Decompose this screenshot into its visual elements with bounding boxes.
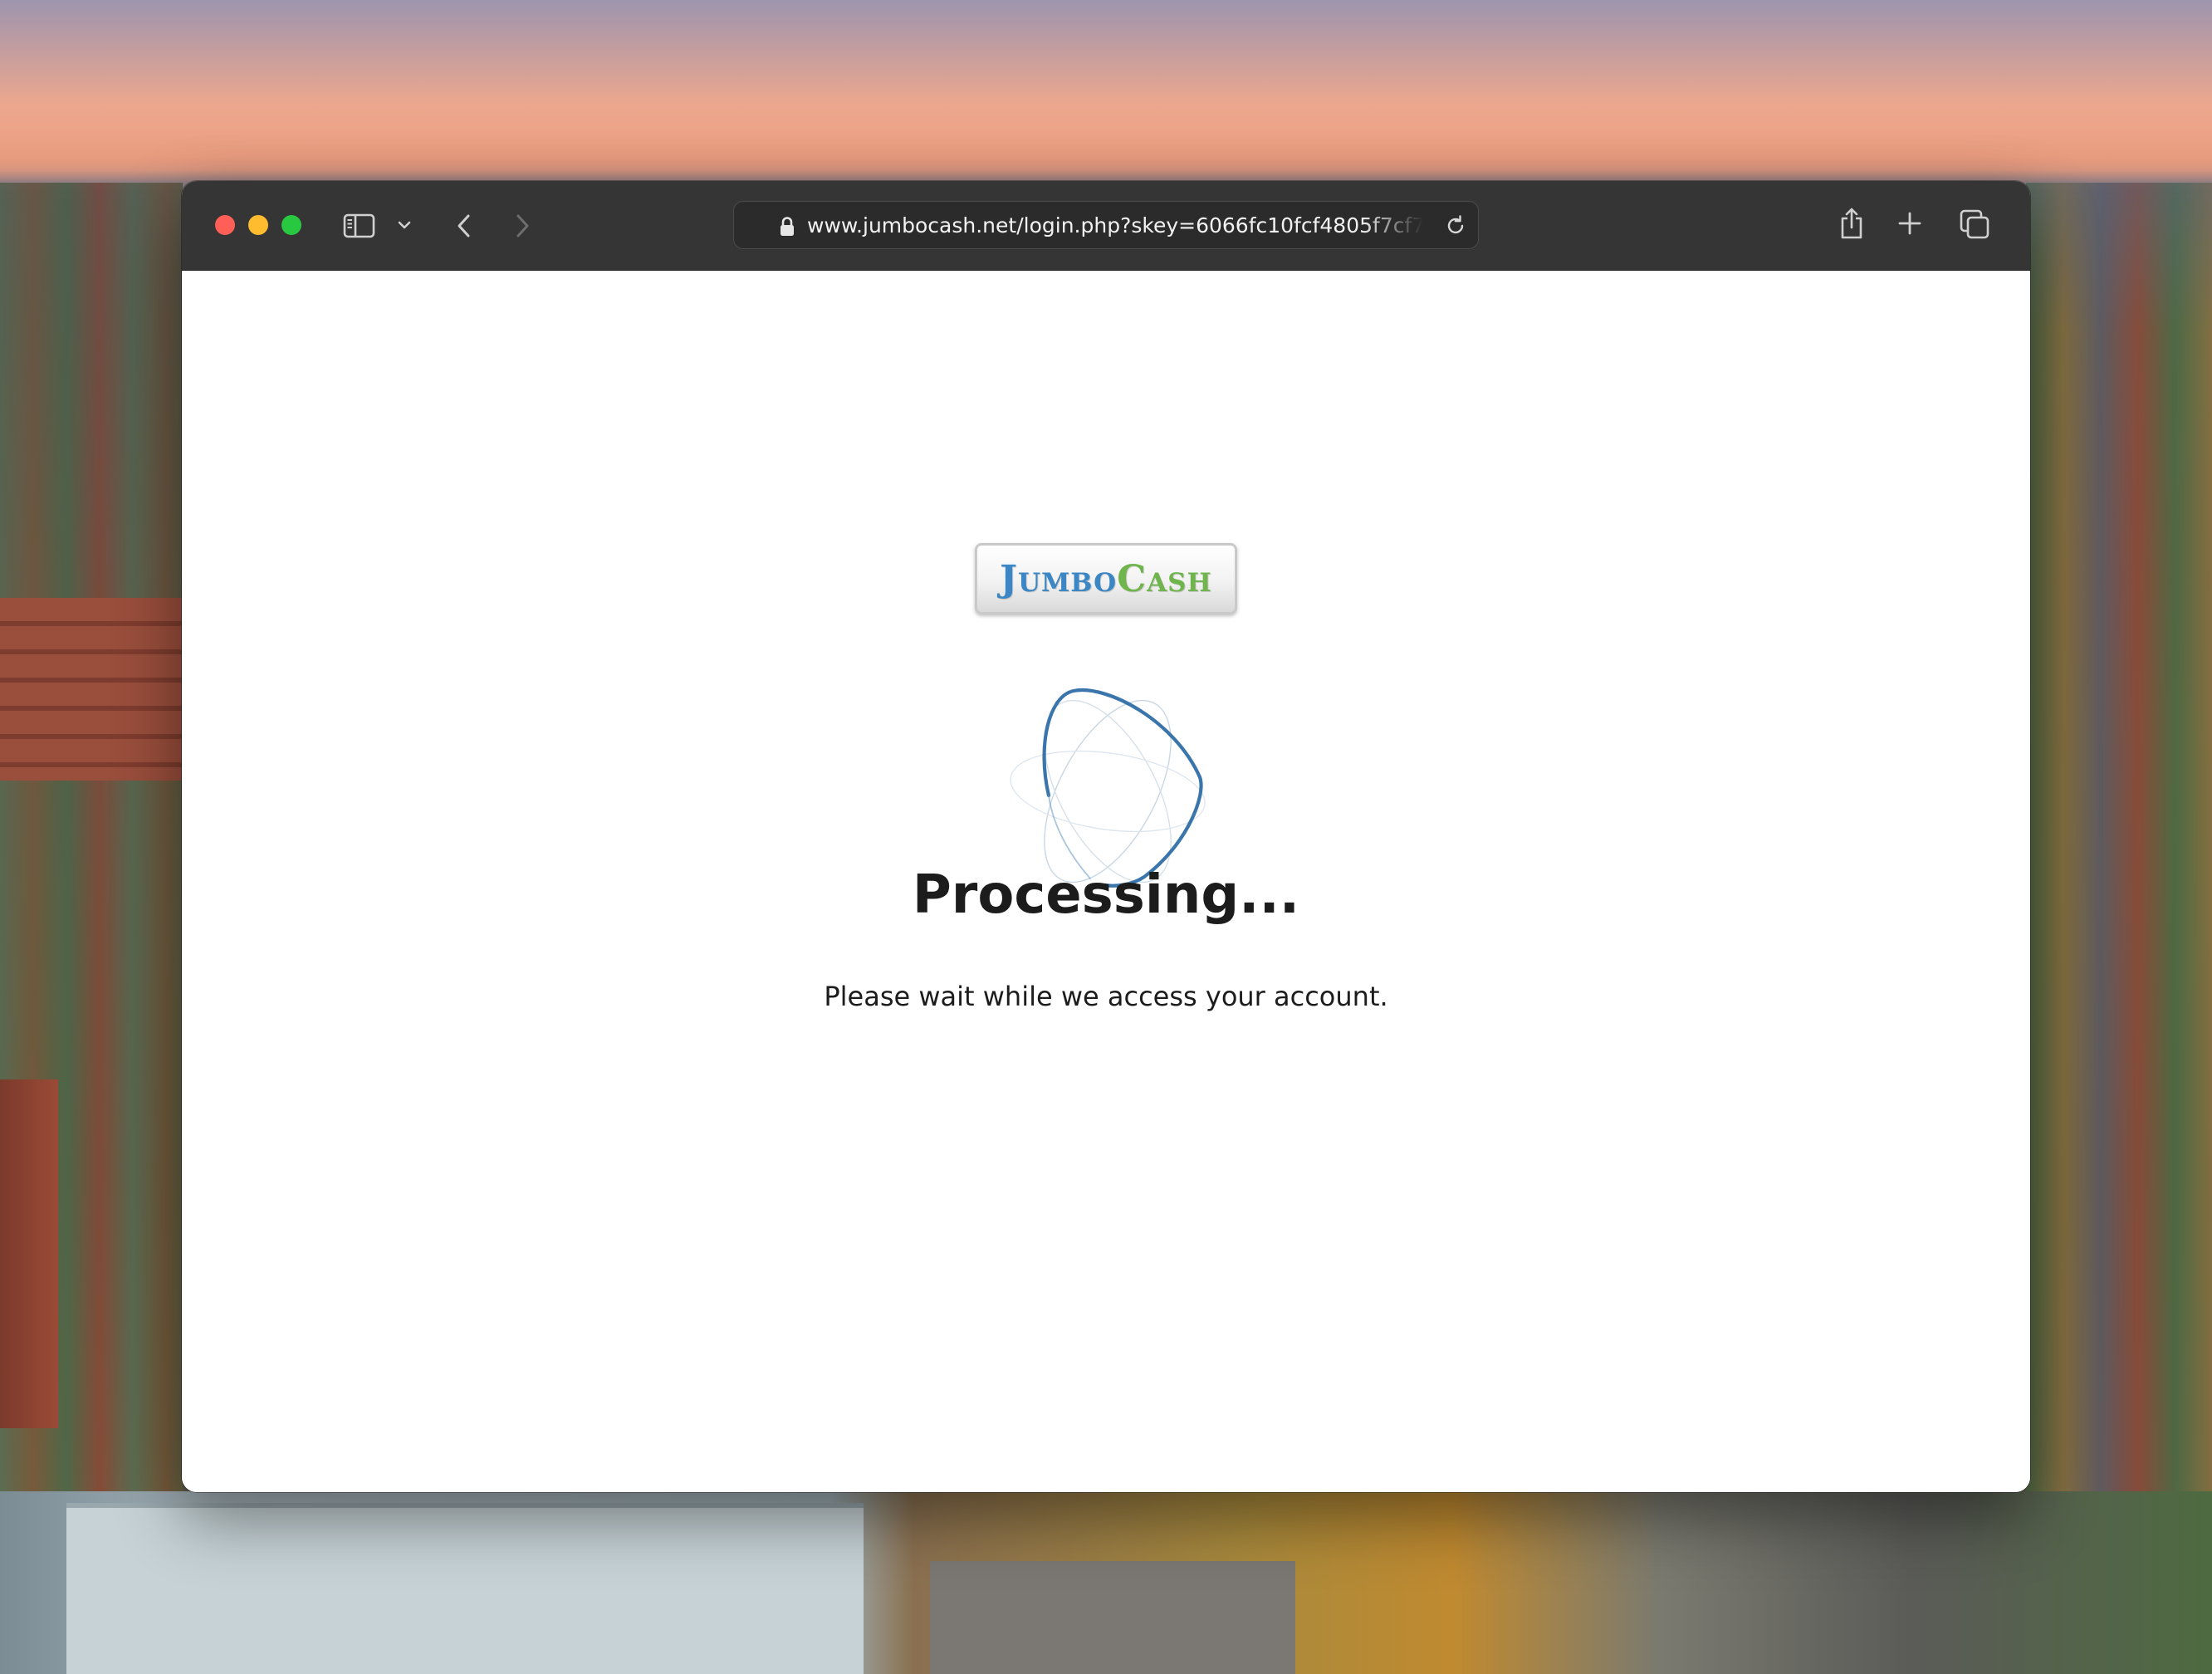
- chevron-right-icon[interactable]: [511, 209, 534, 242]
- close-window-button[interactable]: [215, 215, 235, 235]
- reload-icon[interactable]: [1443, 213, 1468, 242]
- minimize-window-button[interactable]: [248, 215, 268, 235]
- logo-text: JumboCash: [1000, 558, 1212, 600]
- tab-overview-icon[interactable]: [1959, 208, 1990, 240]
- lock-icon: [779, 216, 795, 241]
- logo-jumbo: Jumbo: [1000, 557, 1118, 600]
- rooftop: [66, 1503, 864, 1674]
- url-text[interactable]: www.jumbocash.net/login.php?skey=6066fc1…: [807, 213, 1423, 240]
- address-bar[interactable]: www.jumbocash.net/login.php?skey=6066fc1…: [733, 201, 1479, 249]
- status-message: Please wait while we access your account…: [824, 981, 1388, 1012]
- chevron-left-icon[interactable]: [453, 209, 476, 242]
- share-icon[interactable]: [1838, 204, 1866, 242]
- city-right: [2026, 183, 2212, 1495]
- page-content: JumboCash Processing... Please wait whil…: [182, 271, 2030, 1492]
- chevron-down-icon[interactable]: [396, 216, 413, 234]
- page-title: Processing...: [912, 864, 1300, 926]
- brick-building: [0, 598, 183, 781]
- sidebar-icon[interactable]: [343, 209, 376, 242]
- plus-icon[interactable]: [1897, 211, 1922, 236]
- clock-tower: [0, 1079, 58, 1428]
- browser-window: www.jumbocash.net/login.php?skey=6066fc1…: [182, 181, 2030, 1492]
- sky: [0, 0, 2212, 191]
- logo-cash: Cash: [1117, 557, 1212, 600]
- browser-toolbar: www.jumbocash.net/login.php?skey=6066fc1…: [182, 181, 2030, 271]
- jumbocash-logo[interactable]: JumboCash: [975, 543, 1237, 614]
- street: [930, 1561, 1295, 1674]
- maximize-window-button[interactable]: [281, 215, 301, 235]
